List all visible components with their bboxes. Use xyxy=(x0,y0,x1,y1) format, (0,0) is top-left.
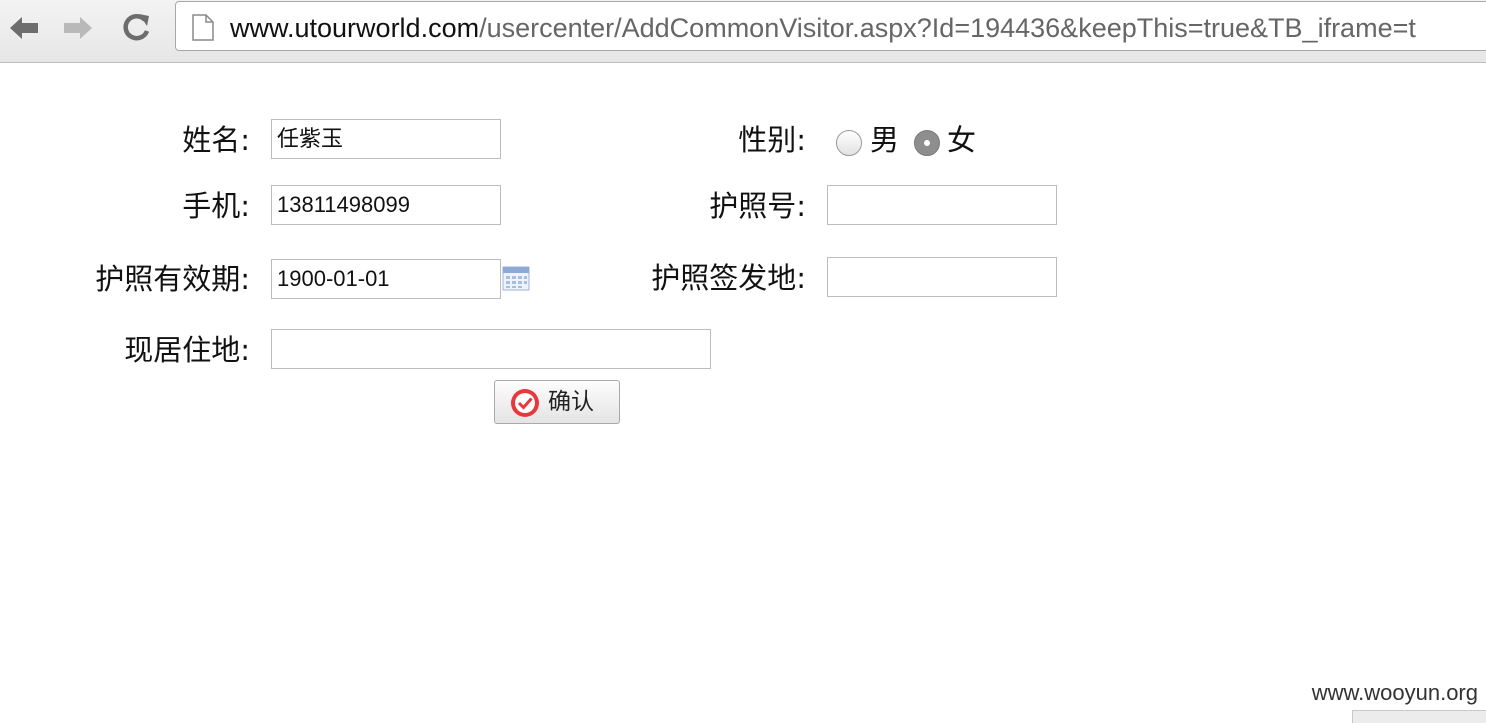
url-path: /usercenter/AddCommonVisitor.aspx?Id=194… xyxy=(479,13,1416,43)
forward-button[interactable] xyxy=(60,10,96,46)
passport-expiry-label: 护照有效期: xyxy=(95,262,250,296)
calendar-icon[interactable] xyxy=(502,265,530,291)
status-tab xyxy=(1352,710,1486,723)
page-icon xyxy=(192,14,214,41)
address-field[interactable] xyxy=(271,329,711,369)
gender-female-label: 女 xyxy=(947,123,977,157)
url-host: www.utourworld.com xyxy=(230,13,480,43)
gender-female-radio[interactable] xyxy=(914,130,940,156)
confirm-button[interactable]: 确认 xyxy=(494,380,620,424)
passport-label: 护照号: xyxy=(709,189,806,223)
mobile-field[interactable]: 13811498099 xyxy=(271,185,501,225)
address-bar[interactable]: www.utourworld.com/usercenter/AddCommonV… xyxy=(175,1,1486,51)
name-label: 姓名: xyxy=(182,123,250,157)
back-arrow-icon xyxy=(10,17,38,39)
passport-field[interactable] xyxy=(827,185,1057,225)
address-label: 现居住地: xyxy=(124,333,250,367)
passport-expiry-field[interactable]: 1900-01-01 xyxy=(271,259,501,299)
browser-toolbar: www.utourworld.com/usercenter/AddCommonV… xyxy=(0,0,1486,63)
watermark: www.wooyun.org xyxy=(1311,680,1478,705)
gender-male-label: 男 xyxy=(870,123,900,157)
passport-issue-place-label: 护照签发地: xyxy=(651,261,806,295)
name-field[interactable]: 任紫玉 xyxy=(271,119,501,159)
gender-label: 性别: xyxy=(738,123,806,157)
reload-button[interactable] xyxy=(118,10,154,46)
mobile-label: 手机: xyxy=(182,189,250,223)
gender-male-radio[interactable] xyxy=(836,130,862,156)
passport-issue-place-field[interactable] xyxy=(827,257,1057,297)
reload-icon xyxy=(123,14,150,41)
back-button[interactable] xyxy=(6,10,42,46)
check-circle-icon xyxy=(511,389,539,417)
forward-arrow-icon xyxy=(64,17,92,39)
confirm-button-label: 确认 xyxy=(548,389,594,415)
url-text: www.utourworld.com/usercenter/AddCommonV… xyxy=(230,11,1416,45)
